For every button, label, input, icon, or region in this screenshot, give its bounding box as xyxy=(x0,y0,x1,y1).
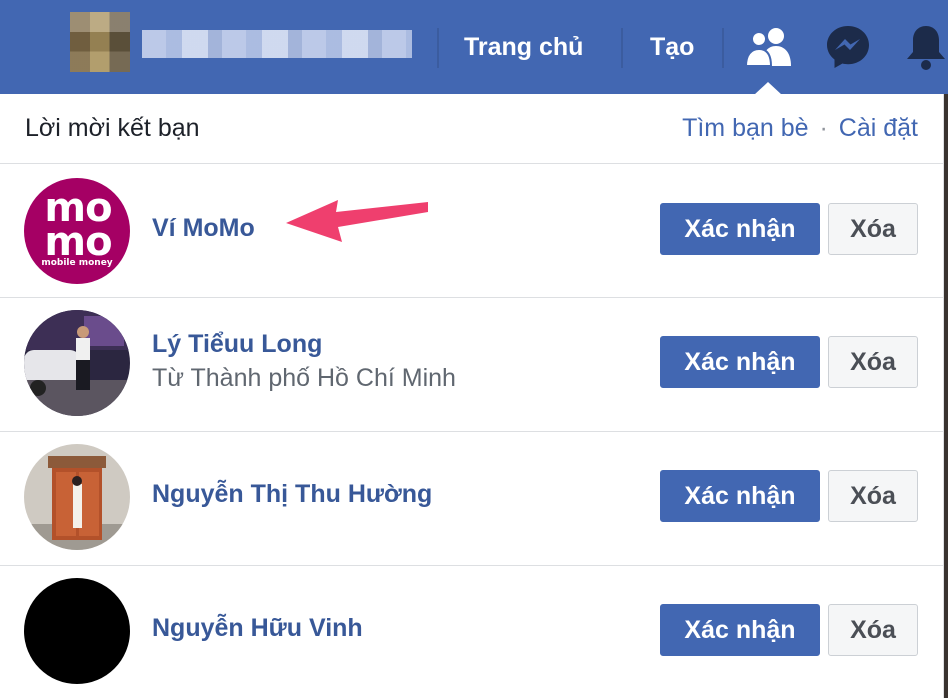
notifications-bell-icon[interactable] xyxy=(904,22,948,77)
momo-logo-text: mo xyxy=(44,219,112,265)
nav-create-link[interactable]: Tạo xyxy=(650,30,694,64)
link-separator: · xyxy=(819,114,828,142)
requester-name[interactable]: Ví MoMo xyxy=(152,214,255,243)
requester-name[interactable]: Nguyễn Thị Thu Hường xyxy=(152,480,432,509)
settings-link[interactable]: Cài đặt xyxy=(839,114,918,142)
annotation-arrow-icon xyxy=(286,200,428,242)
confirm-button[interactable]: Xác nhận xyxy=(660,203,820,255)
delete-button[interactable]: Xóa xyxy=(828,604,918,656)
requester-avatar-photo[interactable] xyxy=(24,578,130,684)
momo-logo-tagline: mobile money xyxy=(41,258,113,268)
panel-title: Lời mời kết bạn xyxy=(25,114,200,142)
requester-avatar-photo[interactable] xyxy=(24,444,130,550)
friend-requests-icon[interactable] xyxy=(744,24,794,73)
confirm-button[interactable]: Xác nhận xyxy=(660,604,820,656)
friend-requests-dropdown: Lời mời kết bạn Tìm bạn bè · Cài đặt mo … xyxy=(0,94,944,698)
nav-divider xyxy=(621,28,623,68)
requester-location: Từ Thành phố Hồ Chí Minh xyxy=(152,364,456,392)
confirm-button[interactable]: Xác nhận xyxy=(660,336,820,388)
requester-name[interactable]: Nguyễn Hữu Vinh xyxy=(152,614,363,643)
dropdown-header: Lời mời kết bạn Tìm bạn bè · Cài đặt xyxy=(0,94,944,164)
friend-request-row: Nguyễn Hữu Vinh Xác nhận Xóa xyxy=(0,566,944,698)
delete-button[interactable]: Xóa xyxy=(828,203,918,255)
delete-button[interactable]: Xóa xyxy=(828,470,918,522)
nav-home-link[interactable]: Trang chủ xyxy=(464,30,583,64)
profile-name-blurred[interactable] xyxy=(142,30,412,58)
confirm-button[interactable]: Xác nhận xyxy=(660,470,820,522)
messenger-icon[interactable] xyxy=(824,23,872,76)
friend-request-row: Nguyễn Thị Thu Hường Xác nhận Xóa xyxy=(0,432,944,566)
delete-button[interactable]: Xóa xyxy=(828,336,918,388)
requester-avatar-photo[interactable] xyxy=(24,310,130,416)
profile-avatar-blurred[interactable] xyxy=(70,12,130,72)
nav-divider xyxy=(437,28,439,68)
nav-divider xyxy=(722,28,724,68)
background-edge xyxy=(944,94,948,698)
top-navigation-bar: Trang chủ Tạo xyxy=(0,0,948,94)
requester-name[interactable]: Lý Tiểuu Long xyxy=(152,330,322,359)
friend-request-row: mo mo mobile money Ví MoMo Xác nhận Xóa xyxy=(0,164,944,298)
friend-request-row: Lý Tiểuu Long Từ Thành phố Hồ Chí Minh X… xyxy=(0,298,944,432)
find-friends-link[interactable]: Tìm bạn bè xyxy=(682,114,808,142)
header-links: Tìm bạn bè · Cài đặt xyxy=(682,114,918,143)
momo-avatar[interactable]: mo mo mobile money xyxy=(24,178,130,284)
